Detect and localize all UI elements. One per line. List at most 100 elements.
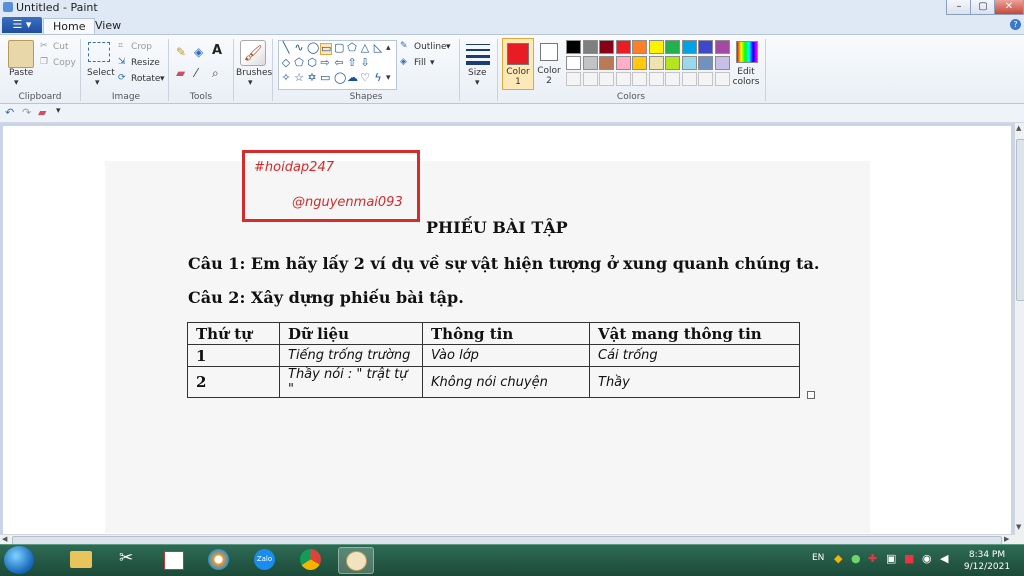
- color-swatch[interactable]: [681, 40, 697, 54]
- tray-icon[interactable]: ◉: [922, 552, 932, 565]
- brushes-icon[interactable]: 🖌: [240, 40, 266, 66]
- color-swatch[interactable]: [681, 56, 697, 70]
- taskbar-media-player[interactable]: [202, 547, 236, 572]
- shapes-scroll-down-icon[interactable]: ▾: [386, 73, 391, 83]
- heart-shape-icon[interactable]: ♡: [360, 72, 370, 83]
- color-swatch[interactable]: [566, 56, 581, 70]
- vertical-scroll-thumb[interactable]: [1016, 139, 1024, 301]
- rectangle-shape-icon[interactable]: ▭: [320, 43, 332, 55]
- scroll-left-icon[interactable]: ◀: [2, 535, 7, 543]
- scroll-down-icon[interactable]: ▼: [1016, 523, 1021, 531]
- empty-color-slot[interactable]: [632, 72, 647, 86]
- five-point-star-shape-icon[interactable]: ☆: [294, 72, 304, 83]
- empty-color-slot[interactable]: [566, 72, 581, 86]
- color-swatch[interactable]: [615, 40, 631, 54]
- maximize-button[interactable]: ▢: [970, 0, 996, 15]
- select-dropdown-icon[interactable]: ▾: [95, 78, 100, 88]
- color2-swatch[interactable]: [540, 43, 558, 61]
- color-swatch[interactable]: [698, 40, 713, 54]
- edit-colors-icon[interactable]: [736, 41, 758, 63]
- size-icon[interactable]: [466, 42, 490, 65]
- curve-shape-icon[interactable]: ∿: [294, 42, 304, 53]
- color-swatch[interactable]: [566, 40, 581, 54]
- outline-icon[interactable]: ✎: [400, 41, 408, 51]
- empty-color-slot[interactable]: [698, 72, 713, 86]
- canvas-resize-handle[interactable]: [807, 391, 815, 399]
- tray-icon[interactable]: ◆: [834, 552, 842, 565]
- scroll-right-icon[interactable]: ▶: [1004, 535, 1009, 543]
- outline-dropdown-icon[interactable]: ▾: [446, 42, 451, 52]
- shapes-scroll-up-icon[interactable]: ▴: [386, 43, 391, 53]
- empty-color-slot[interactable]: [582, 72, 598, 86]
- fill-icon[interactable]: ◈: [400, 57, 407, 67]
- tray-icon[interactable]: ✚: [868, 552, 877, 565]
- taskbar-zalo[interactable]: Zalo: [248, 547, 282, 572]
- color-swatch[interactable]: [599, 40, 614, 54]
- fill-bucket-icon[interactable]: ◈: [194, 45, 203, 59]
- empty-color-slot[interactable]: [599, 72, 614, 86]
- color-swatch[interactable]: [615, 56, 631, 70]
- magnifier-icon[interactable]: ⌕: [212, 66, 219, 81]
- lightning-shape-icon[interactable]: ϟ: [373, 72, 383, 83]
- color-swatch[interactable]: [599, 56, 614, 70]
- color-swatch[interactable]: [714, 56, 730, 70]
- start-button[interactable]: [4, 546, 34, 574]
- taskbar-file-explorer[interactable]: [64, 547, 98, 572]
- undo-icon[interactable]: ↶: [5, 106, 14, 119]
- volume-icon[interactable]: ◀: [940, 552, 948, 565]
- eraser-icon[interactable]: ▰: [176, 66, 185, 80]
- taskbar-chrome[interactable]: [294, 547, 328, 572]
- edit-colors-button[interactable]: Edit colors: [731, 67, 761, 87]
- callout-oval-shape-icon[interactable]: ◯: [334, 72, 346, 83]
- color-swatch[interactable]: [648, 40, 664, 54]
- callout-rect-shape-icon[interactable]: ▭: [320, 72, 330, 83]
- resize-button[interactable]: Resize: [131, 58, 160, 68]
- pencil-icon[interactable]: ✎: [176, 45, 186, 59]
- pentagon-shape-icon[interactable]: ⬠: [294, 57, 304, 68]
- help-icon[interactable]: ?: [1010, 19, 1021, 30]
- brushes-button[interactable]: Brushes: [236, 68, 272, 78]
- line-shape-icon[interactable]: ╲: [281, 42, 291, 53]
- four-point-star-shape-icon[interactable]: ✧: [281, 72, 291, 83]
- rotate-dropdown-icon[interactable]: ▾: [160, 74, 165, 84]
- empty-color-slot[interactable]: [665, 72, 680, 86]
- system-clock[interactable]: 8:34 PM 9/12/2021: [954, 549, 1020, 573]
- cut-button[interactable]: Cut: [53, 42, 69, 52]
- fill-button[interactable]: Fill: [414, 58, 426, 68]
- empty-color-slot[interactable]: [681, 72, 697, 86]
- tab-view[interactable]: View: [86, 18, 130, 34]
- outline-button[interactable]: Outline: [414, 42, 447, 52]
- brushes-dropdown-icon[interactable]: ▾: [248, 78, 253, 88]
- color-swatch[interactable]: [632, 40, 647, 54]
- up-arrow-shape-icon[interactable]: ⇧: [347, 57, 357, 68]
- language-indicator[interactable]: EN: [812, 553, 824, 563]
- tray-icon[interactable]: ■: [904, 552, 914, 565]
- text-tool-icon[interactable]: A: [212, 43, 222, 58]
- paste-dropdown-icon[interactable]: ▾: [14, 78, 19, 88]
- scroll-up-icon[interactable]: ▲: [1016, 124, 1021, 132]
- copy-icon[interactable]: ❐: [40, 57, 48, 67]
- crop-icon[interactable]: ⌗: [118, 41, 123, 51]
- right-triangle-shape-icon[interactable]: ◺: [373, 42, 383, 53]
- redo-icon[interactable]: ↷: [22, 106, 31, 119]
- color2-label[interactable]: Color 2: [536, 66, 562, 86]
- rounded-rectangle-shape-icon[interactable]: ▢: [334, 42, 344, 53]
- color-swatch[interactable]: [582, 40, 598, 54]
- color-swatch[interactable]: [665, 40, 680, 54]
- color-swatch[interactable]: [648, 56, 664, 70]
- six-point-star-shape-icon[interactable]: ✡: [307, 72, 317, 83]
- color1-selector[interactable]: Color 1: [502, 38, 534, 90]
- oval-shape-icon[interactable]: ◯: [307, 42, 319, 53]
- resize-icon[interactable]: ⇲: [118, 57, 126, 67]
- copy-button[interactable]: Copy: [53, 58, 76, 68]
- taskbar-snipping-tool[interactable]: ✂: [110, 547, 144, 572]
- taskbar-paint[interactable]: [338, 547, 374, 574]
- left-arrow-shape-icon[interactable]: ⇦: [334, 57, 344, 68]
- size-button[interactable]: Size: [468, 68, 486, 78]
- triangle-shape-icon[interactable]: △: [360, 42, 370, 53]
- tray-icon[interactable]: ▣: [886, 552, 896, 565]
- file-menu-button[interactable]: ☰ ▾: [2, 17, 42, 33]
- color-picker-icon[interactable]: ⁄: [195, 66, 197, 80]
- color-swatch[interactable]: [632, 56, 647, 70]
- color-swatch[interactable]: [582, 56, 598, 70]
